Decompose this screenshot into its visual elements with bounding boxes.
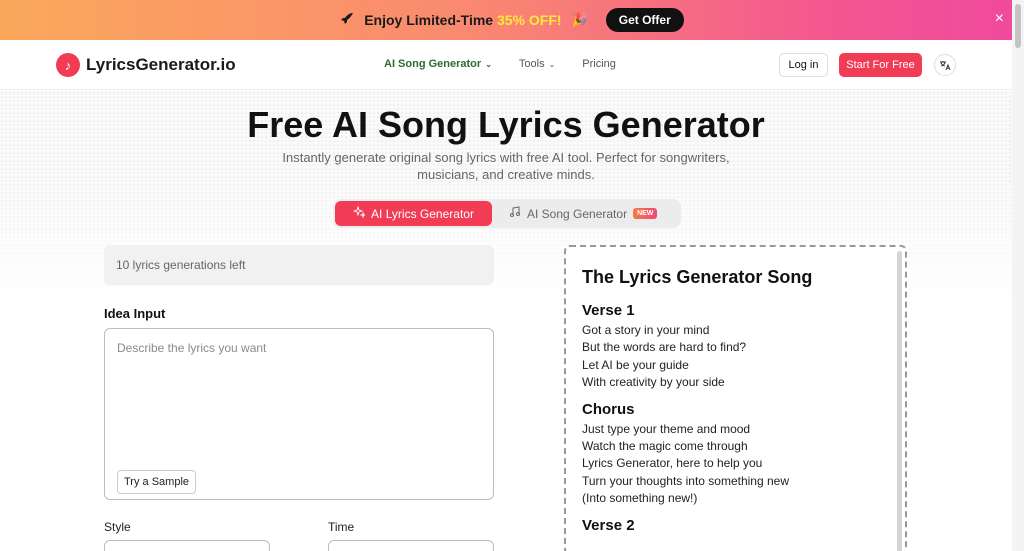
site-header: ♪ LyricsGenerator.io AI Song Generator ⌄ … bbox=[0, 40, 1012, 90]
logo-text: LyricsGenerator.io bbox=[86, 55, 236, 74]
tab-ai-lyrics-generator[interactable]: AI Lyrics Generator bbox=[335, 201, 492, 226]
lyric-line: Turn your thoughts into something new bbox=[582, 473, 790, 488]
promo-text: Enjoy Limited-Time 35% OFF! bbox=[364, 12, 562, 28]
lyrics-section: Chorus Just type your theme and mood Wat… bbox=[582, 401, 882, 508]
nav-ai-song-generator[interactable]: AI Song Generator ⌄ bbox=[384, 58, 492, 70]
lyrics-section: Verse 2 bbox=[582, 517, 882, 534]
time-label: Time bbox=[328, 520, 355, 534]
idea-input-label: Idea Input bbox=[104, 306, 166, 321]
promo-banner: Enjoy Limited-Time 35% OFF! 🎉 Get Offer … bbox=[0, 0, 1024, 40]
sparkles-icon bbox=[352, 205, 367, 221]
section-title: Chorus bbox=[582, 400, 635, 418]
page-title: Free AI Song Lyrics Generator bbox=[247, 104, 765, 145]
lyrics-output-panel: The Lyrics Generator Song Verse 1 Got a … bbox=[564, 245, 907, 551]
song-title: The Lyrics Generator Song bbox=[582, 267, 813, 287]
logo[interactable]: ♪ LyricsGenerator.io bbox=[56, 53, 236, 77]
translate-icon[interactable] bbox=[934, 54, 956, 76]
lyric-line: But the words are hard to find? bbox=[582, 340, 747, 355]
lyric-line: Lyrics Generator, here to help you bbox=[582, 456, 763, 471]
main-nav: AI Song Generator ⌄ Tools ⌄ Pricing bbox=[384, 58, 616, 70]
section-title: Verse 2 bbox=[582, 516, 635, 534]
generator-tabs: AI Lyrics Generator AI Song Generator NE… bbox=[333, 199, 681, 228]
get-offer-button[interactable]: Get Offer bbox=[605, 8, 684, 32]
promo-highlight: 35% OFF! bbox=[496, 12, 562, 28]
style-select[interactable] bbox=[104, 540, 270, 551]
lyric-line: (Into something new!) bbox=[582, 491, 698, 506]
start-for-free-button[interactable]: Start For Free bbox=[839, 53, 922, 77]
lyrics-content: The Lyrics Generator Song Verse 1 Got a … bbox=[582, 267, 882, 543]
idea-input[interactable] bbox=[117, 341, 477, 461]
nav-tools[interactable]: Tools ⌄ bbox=[519, 58, 555, 70]
tab-ai-song-generator[interactable]: AI Song Generator NEW bbox=[509, 201, 658, 226]
rocket-icon bbox=[340, 12, 354, 29]
new-badge: NEW bbox=[633, 208, 658, 219]
lyrics-section: Verse 1 Got a story in your mind But the… bbox=[582, 302, 882, 392]
login-button[interactable]: Log in bbox=[779, 53, 828, 77]
lyric-line: Watch the magic come through bbox=[582, 439, 748, 454]
lyric-line: Got a story in your mind bbox=[582, 323, 710, 337]
section-title: Verse 1 bbox=[582, 302, 635, 319]
lyric-line: Just type your theme and mood bbox=[582, 421, 751, 436]
time-select[interactable] bbox=[328, 540, 494, 551]
page-subtitle: Instantly generate original song lyrics … bbox=[282, 150, 730, 182]
page-scrollbar[interactable] bbox=[1012, 0, 1024, 551]
scroll-thumb[interactable] bbox=[1015, 4, 1021, 48]
music-notes-icon bbox=[509, 206, 521, 221]
chevron-down-icon: ⌄ bbox=[485, 59, 492, 69]
lyric-line: With creativity by your side bbox=[582, 375, 725, 390]
nav-pricing[interactable]: Pricing bbox=[582, 58, 616, 70]
try-a-sample-button[interactable]: Try a Sample bbox=[117, 470, 197, 494]
party-icon: 🎉 bbox=[571, 12, 588, 27]
generations-left-notice: 10 lyrics generations left bbox=[104, 245, 494, 285]
close-icon[interactable]: × bbox=[995, 11, 1004, 27]
chevron-down-icon: ⌄ bbox=[548, 59, 556, 69]
lyrics-scrollbar[interactable] bbox=[897, 251, 902, 551]
style-label: Style bbox=[104, 520, 131, 534]
idea-input-container: Try a Sample bbox=[104, 328, 494, 500]
music-note-icon: ♪ bbox=[56, 53, 80, 77]
lyric-line: Let AI be your guide bbox=[582, 357, 689, 372]
